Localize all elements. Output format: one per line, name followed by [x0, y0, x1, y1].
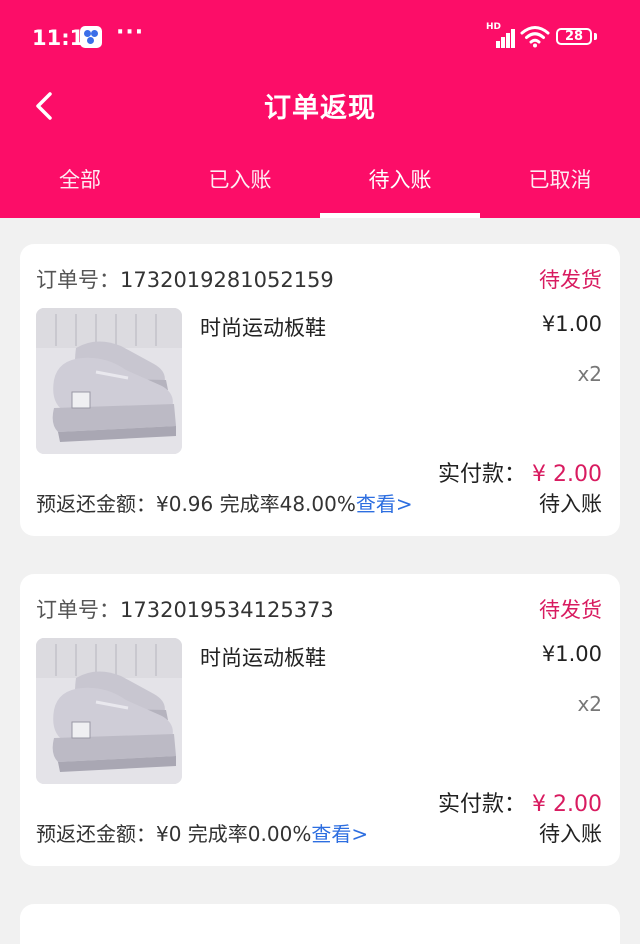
- order-number: 1732019534125373: [120, 598, 334, 622]
- order-card[interactable]: 订单号：1732019281052159 待发货 时尚运动板鞋 ¥1.00 x2…: [20, 244, 620, 536]
- paid-amount: ¥ 2.00: [532, 792, 602, 817]
- signal-icon: HD: [486, 22, 516, 48]
- battery-icon: 28: [556, 28, 592, 45]
- rebate-info: 预返还金额：¥0.96 完成率48.00%查看>: [36, 488, 413, 517]
- view-link[interactable]: 查看>: [311, 822, 368, 846]
- entry-status: 待入账: [539, 492, 602, 516]
- paid-row: 实付款： ¥ 2.00: [438, 456, 602, 488]
- rebate-text: 预返还金额：¥0 完成率0.00%: [36, 822, 312, 846]
- status-bar: 11:11 ··· HD 28: [0, 0, 640, 76]
- view-link[interactable]: 查看>: [356, 492, 413, 516]
- tab-cancelled[interactable]: 已取消: [480, 152, 640, 218]
- tab-credited[interactable]: 已入账: [160, 152, 320, 218]
- tab-pending[interactable]: 待入账: [320, 152, 480, 218]
- order-number-line: 订单号：1732019534125373: [36, 594, 334, 624]
- order-number-label: 订单号：: [36, 268, 120, 292]
- sneaker-image-icon: [36, 638, 182, 784]
- quantity: x2: [577, 692, 602, 716]
- more-notifications-icon: ···: [116, 20, 145, 45]
- rebate-info: 预返还金额：¥0 完成率0.00%查看>: [36, 818, 368, 847]
- order-card[interactable]: 订单号：1732019534125373 待发货 时尚运动板鞋 ¥1.00 x2…: [20, 574, 620, 866]
- order-number: 1732019281052159: [120, 268, 334, 292]
- app-header: 11:11 ··· HD 28 订单返现 全部 已入账 待入账 已取消: [0, 0, 640, 218]
- paid-label: 实付款：: [438, 792, 527, 817]
- paid-row: 实付款： ¥ 2.00: [438, 786, 602, 818]
- app-notification-icon: [80, 26, 102, 48]
- tab-all[interactable]: 全部: [0, 152, 160, 218]
- quantity: x2: [577, 362, 602, 386]
- rebate-text: 预返还金额：¥0.96 完成率48.00%: [36, 492, 356, 516]
- entry-status: 待入账: [539, 822, 602, 846]
- product-image[interactable]: [36, 638, 182, 784]
- tab-bar: 全部 已入账 待入账 已取消: [0, 152, 640, 218]
- paid-amount: ¥ 2.00: [532, 462, 602, 487]
- order-card[interactable]: [20, 904, 620, 944]
- unit-price: ¥1.00: [541, 642, 602, 666]
- order-status: 待发货: [539, 268, 602, 292]
- unit-price: ¥1.00: [541, 312, 602, 336]
- product-image[interactable]: [36, 308, 182, 454]
- network-type: HD: [486, 22, 502, 32]
- sneaker-image-icon: [36, 308, 182, 454]
- order-number-label: 订单号：: [36, 598, 120, 622]
- nav-bar: 订单返现: [0, 76, 640, 136]
- page-title: 订单返现: [264, 93, 376, 124]
- product-name: 时尚运动板鞋: [200, 316, 326, 340]
- battery-tip: [594, 33, 597, 40]
- wifi-icon: [520, 24, 550, 48]
- product-name: 时尚运动板鞋: [200, 646, 326, 670]
- order-list: 订单号：1732019281052159 待发货 时尚运动板鞋 ¥1.00 x2…: [0, 218, 640, 944]
- order-number-line: 订单号：1732019281052159: [36, 264, 334, 294]
- paid-label: 实付款：: [438, 462, 527, 487]
- order-status: 待发货: [539, 598, 602, 622]
